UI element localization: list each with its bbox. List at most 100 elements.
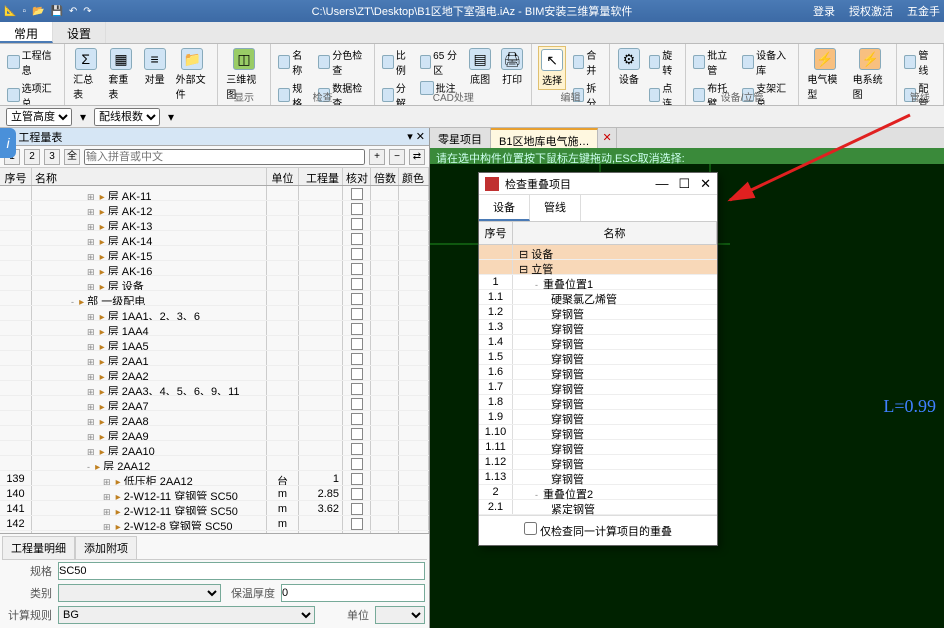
table-row[interactable]: ⊞ ▸ 层 2AA10: [0, 441, 429, 456]
qa-save-icon[interactable]: 💾: [50, 6, 62, 17]
pipeline-button[interactable]: 管线: [903, 46, 937, 78]
name-check-button[interactable]: 名称: [277, 46, 311, 78]
elec-sys-button[interactable]: ⚡电系统图: [851, 46, 890, 103]
qa-redo-icon[interactable]: ↷: [83, 6, 91, 17]
device-lib-button[interactable]: 设备入库: [741, 46, 793, 78]
dialog-tab-pipe[interactable]: 管线: [530, 195, 581, 221]
partition-button[interactable]: 65 分区: [419, 46, 462, 78]
table-row[interactable]: ⊞ ▸ 层 AK-15: [0, 246, 429, 261]
qa-new-icon[interactable]: ▫: [22, 6, 26, 17]
select-button[interactable]: ↖选择: [538, 46, 566, 90]
tab-settings[interactable]: 设置: [53, 22, 106, 43]
dialog-row[interactable]: ⊟ 立管: [479, 260, 717, 275]
table-row[interactable]: ⊞ ▸ 层 AK-12: [0, 201, 429, 216]
qa-open-icon[interactable]: 📂: [32, 6, 44, 17]
proj-info-button[interactable]: 工程信息: [6, 46, 58, 78]
table-row[interactable]: ⊞ ▸ 层 AK-11: [0, 186, 429, 201]
dialog-row[interactable]: 1.6穿钢管: [479, 365, 717, 380]
dialog-row[interactable]: 2- 重叠位置2: [479, 485, 717, 500]
dialog-row[interactable]: 1.2穿钢管: [479, 305, 717, 320]
category-select[interactable]: [58, 584, 221, 602]
dialog-row[interactable]: 1.12穿钢管: [479, 455, 717, 470]
table-row[interactable]: ⊞ ▸ 层 2AA9: [0, 426, 429, 441]
tab-b1-elec[interactable]: B1区地库电气施…: [491, 128, 598, 148]
scale-button[interactable]: 比例: [381, 46, 412, 78]
table-row[interactable]: ⊞ ▸ 层 2AA7: [0, 396, 429, 411]
device-button[interactable]: ⚙设备: [616, 46, 642, 88]
dialog-row[interactable]: 1- 重叠位置1: [479, 275, 717, 290]
table-row[interactable]: ⊞ ▸ 层 2AA2: [0, 366, 429, 381]
close-icon[interactable]: ✕: [700, 176, 711, 192]
table-row[interactable]: 142⊞ ▸ 2-W12-8 穿钢管 SC50m: [0, 516, 429, 531]
dialog-row[interactable]: 1.11穿钢管: [479, 440, 717, 455]
dialog-row[interactable]: 1.7穿钢管: [479, 380, 717, 395]
table-row[interactable]: - ▸ 部 一级配电: [0, 291, 429, 306]
table-row[interactable]: ⊞ ▸ 层 1AA1、2、3、6: [0, 306, 429, 321]
dialog-row[interactable]: 1.4穿钢管: [479, 335, 717, 350]
rotate-button[interactable]: 旋转: [648, 46, 679, 78]
tab-misc-items[interactable]: 零星项目: [430, 128, 491, 148]
login-link[interactable]: 登录: [813, 3, 835, 19]
dialog-row[interactable]: 1.3穿钢管: [479, 320, 717, 335]
dialog-row[interactable]: 1.13穿钢管: [479, 470, 717, 485]
maximize-icon[interactable]: ☐: [678, 176, 690, 192]
ext-file-button[interactable]: 📁外部文件: [174, 46, 212, 103]
tree-table-body[interactable]: ⊞ ▸ 层 AK-11⊞ ▸ 层 AK-12⊞ ▸ 层 AK-13⊞ ▸ 层 A…: [0, 186, 429, 533]
wujin-link[interactable]: 五金手: [907, 3, 940, 19]
table-row[interactable]: ⊞ ▸ 层 2AA8: [0, 411, 429, 426]
add-icon[interactable]: +: [369, 149, 385, 165]
search-input[interactable]: [84, 149, 365, 165]
dialog-row[interactable]: 1.8穿钢管: [479, 395, 717, 410]
dialog-row[interactable]: 1.5穿钢管: [479, 350, 717, 365]
table-row[interactable]: ⊞ ▸ 层 AK-13: [0, 216, 429, 231]
spec-input[interactable]: [58, 562, 425, 580]
table-row[interactable]: ⊞ ▸ 层 AK-14: [0, 231, 429, 246]
minimize-icon[interactable]: —: [655, 176, 668, 192]
rule-select[interactable]: BG: [58, 606, 315, 624]
unit-select[interactable]: [375, 606, 425, 624]
filter-all-button[interactable]: 全: [64, 149, 80, 165]
qa-undo-icon[interactable]: ↶: [69, 6, 77, 17]
table-row[interactable]: 140⊞ ▸ 2-W12-11 穿钢管 SC50m2.85: [0, 486, 429, 501]
summary-table-button[interactable]: Σ汇总表: [71, 46, 100, 103]
quick-access-toolbar[interactable]: 📐 ▫ 📂 💾 ↶ ↷: [0, 6, 92, 17]
table-row[interactable]: ⊞ ▸ 层 1AA4: [0, 321, 429, 336]
filter-3-button[interactable]: 3: [44, 149, 60, 165]
print-button[interactable]: 🖨打印: [499, 46, 525, 88]
panel-menu-icon[interactable]: ▾ ✕: [407, 130, 425, 143]
table-row[interactable]: ⊞ ▸ 层 设备: [0, 276, 429, 291]
dialog-titlebar[interactable]: 检查重叠项目 — ☐ ✕: [479, 173, 717, 195]
dialog-row[interactable]: 1.9穿钢管: [479, 410, 717, 425]
tab-qty-detail[interactable]: 工程量明细: [2, 536, 75, 559]
join-button[interactable]: 合并: [572, 46, 603, 78]
info-sidebar-icon[interactable]: i: [0, 128, 16, 158]
same-item-checkbox-label[interactable]: 仅检查同一计算项目的重叠: [524, 526, 672, 538]
table-row[interactable]: ⊞ ▸ 层 2AA3、4、5、6、9、11: [0, 381, 429, 396]
dialog-row[interactable]: 1.10穿钢管: [479, 425, 717, 440]
tab-common[interactable]: 常用: [0, 22, 53, 43]
set-table-button[interactable]: ▦套重表: [106, 46, 135, 103]
tab-add-extra[interactable]: 添加附项: [75, 536, 137, 559]
dialog-row[interactable]: 1.1硬聚氯乙烯管: [479, 290, 717, 305]
table-row[interactable]: 139⊞ ▸ 低压柜 2AA12台1: [0, 471, 429, 486]
color-check-button[interactable]: 分色检查: [317, 46, 369, 78]
close-tab-icon[interactable]: ✕: [598, 128, 616, 148]
compare-button[interactable]: ≡对量: [142, 46, 168, 88]
same-item-checkbox[interactable]: [524, 522, 537, 535]
wire-count-select[interactable]: 配线根数: [94, 108, 160, 126]
auth-link[interactable]: 授权激活: [849, 3, 893, 19]
elec-model-button[interactable]: ⚡电气模型: [805, 46, 844, 103]
table-row[interactable]: 141⊞ ▸ 2-W12-11 穿钢管 SC50m3.62: [0, 501, 429, 516]
option-summary-button[interactable]: 选项汇总: [6, 79, 58, 106]
filter-2-button[interactable]: 2: [24, 149, 40, 165]
table-row[interactable]: ⊞ ▸ 层 AK-16: [0, 261, 429, 276]
table-row[interactable]: - ▸ 层 2AA12: [0, 456, 429, 471]
dialog-row[interactable]: 2.1紧定钢管: [479, 500, 717, 515]
basemap-button[interactable]: ▤底图: [467, 46, 493, 88]
pointconn-button[interactable]: 点连: [648, 79, 679, 106]
table-row[interactable]: ⊞ ▸ 层 1AA5: [0, 336, 429, 351]
dialog-row[interactable]: ⊟ 设备: [479, 245, 717, 260]
remove-icon[interactable]: −: [389, 149, 405, 165]
insulation-input[interactable]: [281, 584, 425, 602]
move-icon[interactable]: ⇄: [409, 149, 425, 165]
